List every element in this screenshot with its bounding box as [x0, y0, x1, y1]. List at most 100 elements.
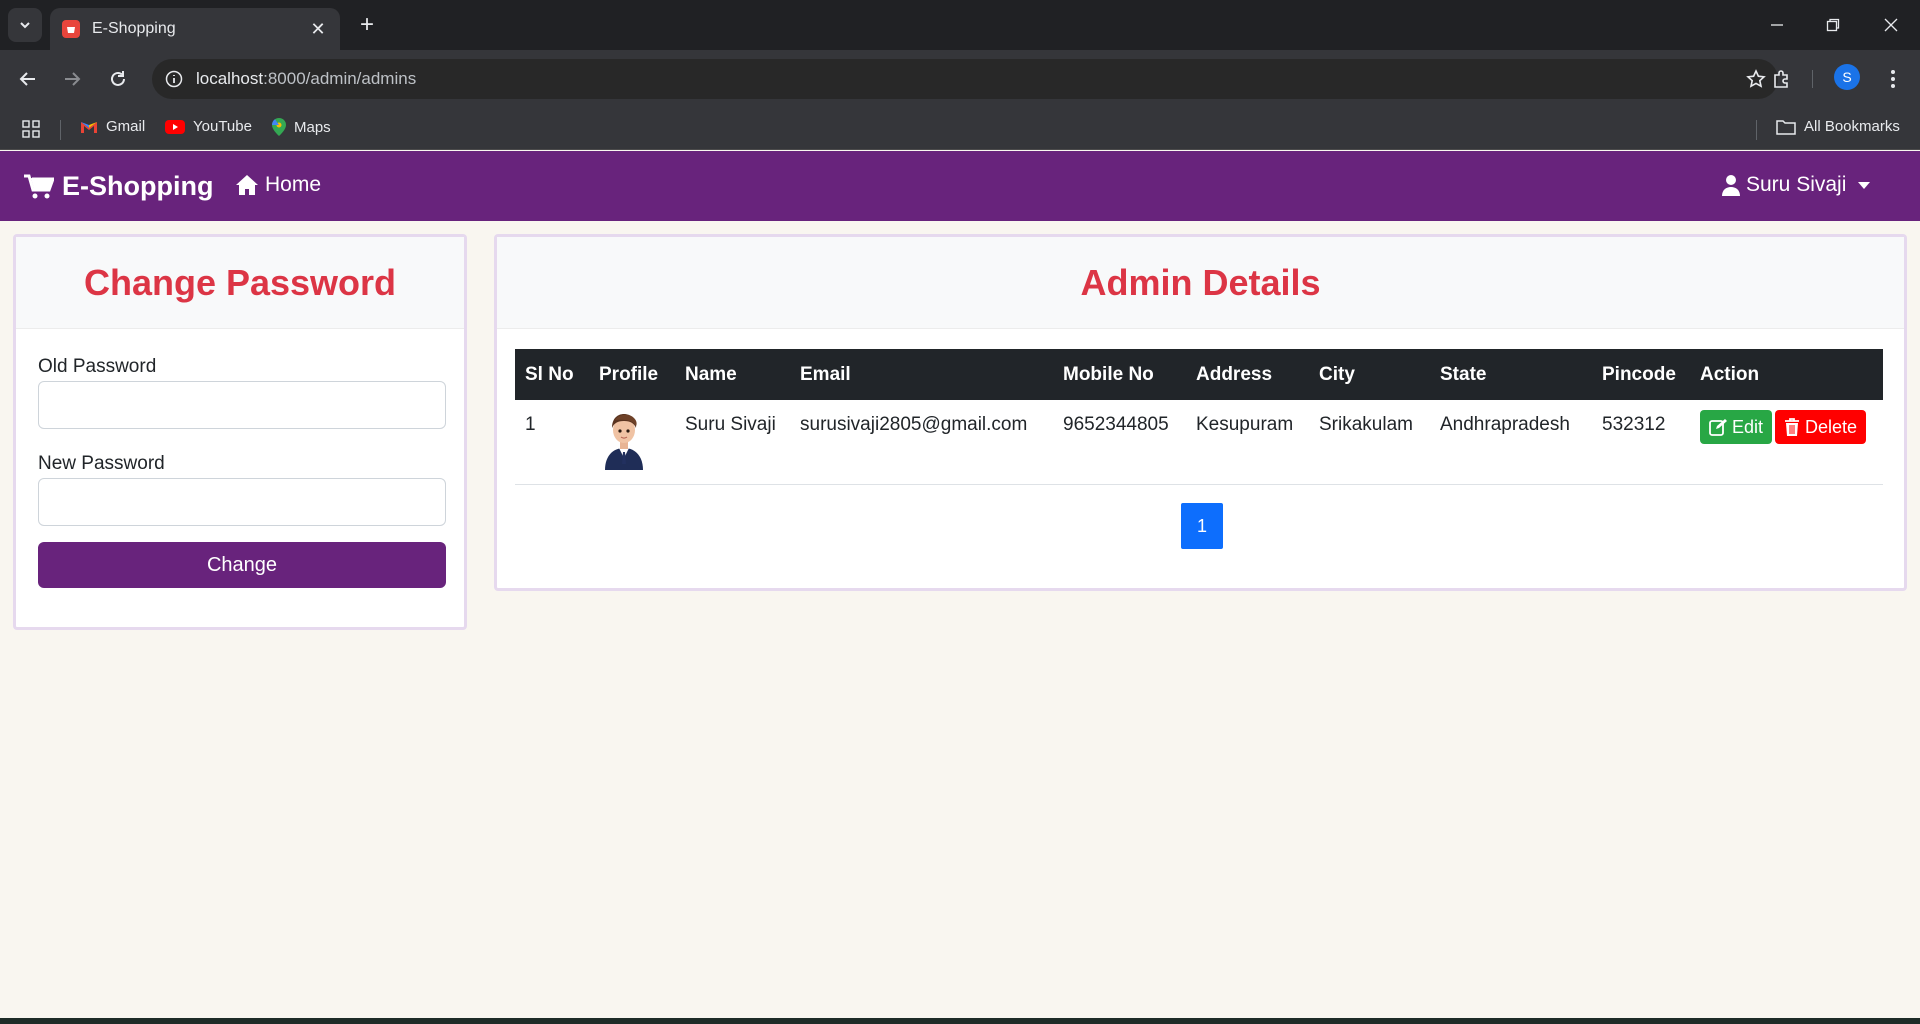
email-cell: surusivaji2805@gmail.com [790, 400, 1053, 485]
profile-avatar-icon [599, 406, 649, 470]
extensions-button[interactable] [1766, 63, 1798, 95]
delete-label: Delete [1805, 416, 1858, 437]
column-header: Email [790, 349, 1053, 400]
youtube-icon [165, 119, 185, 134]
change-password-card: Change Password Old Password New Passwor… [13, 234, 467, 630]
bookmarks-divider [60, 120, 61, 140]
close-icon [1884, 18, 1898, 32]
address-bar[interactable]: localhost:8000/admin/admins [152, 59, 1778, 99]
restore-button[interactable] [1808, 8, 1858, 42]
admin-table: Sl No Profile Name Email Mobile No Addre… [515, 349, 1883, 485]
site-info-icon[interactable] [152, 70, 196, 88]
column-header: Profile [589, 349, 675, 400]
user-name: Suru Sivaji [1746, 173, 1847, 196]
browser-toolbar: localhost:8000/admin/admins S [0, 50, 1920, 108]
bookmark-youtube[interactable]: YouTube [165, 118, 252, 135]
bookmarks-bar: Gmail YouTube Maps All Bookmarks [0, 108, 1920, 150]
user-icon [1722, 174, 1740, 196]
gmail-icon [80, 120, 98, 134]
url-host: localhost [196, 69, 264, 88]
bookmark-maps[interactable]: Maps [272, 118, 331, 136]
tab-close-icon[interactable]: ✕ [308, 19, 328, 40]
name-cell: Suru Sivaji [675, 400, 790, 485]
column-header: State [1430, 349, 1592, 400]
bookmark-label: Gmail [106, 118, 146, 135]
change-button[interactable]: Change [38, 542, 446, 588]
toolbar-divider [1812, 70, 1813, 88]
card-header: Change Password [16, 237, 464, 329]
pagination-page-button[interactable]: 1 [1181, 503, 1223, 549]
action-cell: Edit Delete [1690, 400, 1883, 485]
sl-no-cell: 1 [515, 400, 589, 485]
cart-icon [24, 174, 54, 200]
tab-search-button[interactable] [8, 8, 42, 42]
close-window-button[interactable] [1866, 8, 1916, 42]
folder-icon [1776, 119, 1796, 135]
old-password-label: Old Password [38, 356, 157, 377]
edit-icon [1709, 418, 1727, 436]
old-password-input[interactable] [38, 381, 446, 429]
new-password-input[interactable] [38, 478, 446, 526]
delete-button[interactable]: Delete [1775, 410, 1867, 444]
caret-down-icon [1858, 181, 1871, 189]
bookmarks-divider [1756, 120, 1757, 140]
column-header: Pincode [1592, 349, 1690, 400]
column-header: Address [1186, 349, 1309, 400]
bookmark-label: Maps [294, 118, 331, 136]
more-vertical-icon [1891, 70, 1895, 88]
all-bookmarks-label: All Bookmarks [1804, 118, 1900, 135]
table-header-row: Sl No Profile Name Email Mobile No Addre… [515, 349, 1883, 400]
forward-button[interactable] [56, 63, 88, 95]
home-icon [235, 174, 259, 196]
address-cell: Kesupuram [1186, 400, 1309, 485]
brand-name: E-Shopping [62, 171, 214, 201]
maps-icon [272, 118, 286, 136]
restore-icon [1826, 18, 1840, 32]
admin-details-title: Admin Details [1080, 261, 1321, 303]
brand-link[interactable]: E-Shopping [24, 171, 213, 202]
edit-label: Edit [1732, 416, 1764, 437]
puzzle-icon [1774, 70, 1788, 88]
admin-details-card: Admin Details Sl No Profile Name Email M… [494, 234, 1907, 591]
state-cell: Andhrapradesh [1430, 400, 1592, 485]
user-dropdown[interactable]: Suru Sivaji [1722, 173, 1871, 197]
profile-cell [589, 400, 675, 485]
table-row: 1 Suru Sivaji surusivaji2805@gmail.com 9… [515, 400, 1883, 485]
change-password-title: Change Password [83, 261, 397, 303]
bookmark-label: YouTube [193, 118, 252, 135]
column-header: Action [1690, 349, 1883, 400]
card-header: Admin Details [497, 237, 1904, 329]
pincode-cell: 532312 [1592, 400, 1690, 485]
mobile-cell: 9652344805 [1053, 400, 1186, 485]
browser-menu-button[interactable] [1878, 63, 1908, 95]
all-bookmarks-button[interactable]: All Bookmarks [1776, 118, 1900, 135]
apps-grid-icon[interactable] [22, 120, 40, 143]
trash-icon [1784, 418, 1800, 436]
minimize-button[interactable] [1752, 8, 1802, 42]
bookmark-gmail[interactable]: Gmail [80, 118, 145, 135]
column-header: Name [675, 349, 790, 400]
forward-arrow-icon [65, 72, 81, 86]
url-path: :8000/admin/admins [263, 69, 417, 88]
browser-tab-bar: E-Shopping ✕ + [0, 0, 1920, 50]
shop-favicon-icon [62, 20, 80, 38]
bottom-edge [0, 1018, 1920, 1024]
home-link[interactable]: Home [235, 173, 321, 197]
chevron-down-icon [20, 22, 30, 29]
app-navbar: E-Shopping Home Suru Sivaji [0, 151, 1920, 221]
home-label: Home [265, 173, 322, 196]
back-button[interactable] [12, 63, 44, 95]
back-arrow-icon [19, 72, 35, 86]
edit-button[interactable]: Edit [1700, 410, 1773, 444]
city-cell: Srikakulam [1309, 400, 1430, 485]
browser-tab[interactable]: E-Shopping ✕ [50, 8, 340, 50]
reload-icon [111, 71, 125, 86]
reload-button[interactable] [102, 63, 134, 95]
url-text[interactable]: localhost:8000/admin/admins [196, 69, 1734, 89]
new-password-label: New Password [38, 453, 165, 474]
new-tab-button[interactable]: + [352, 10, 382, 40]
column-header: City [1309, 349, 1430, 400]
column-header: Sl No [515, 349, 589, 400]
profile-avatar[interactable]: S [1834, 64, 1860, 90]
tab-title: E-Shopping [92, 20, 176, 37]
